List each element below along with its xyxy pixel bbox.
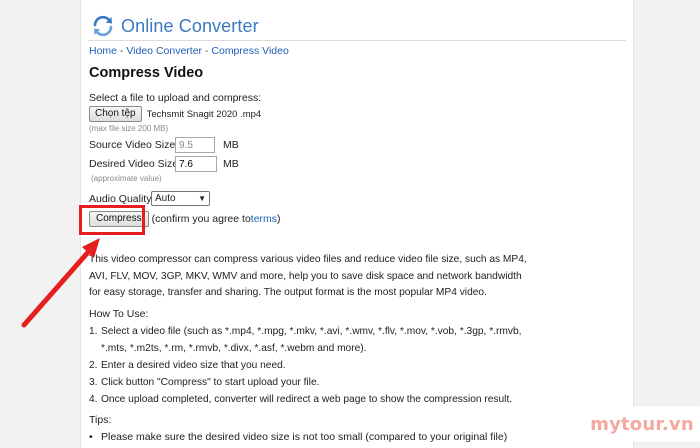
breadcrumb-current-link[interactable]: Compress Video — [211, 45, 288, 57]
breadcrumb-separator: - — [117, 45, 127, 57]
tip-text: Please make sure the desired video size … — [101, 431, 508, 443]
refresh-arrows-icon — [93, 15, 113, 37]
terms-link[interactable]: terms — [251, 213, 277, 225]
annotation-highlight-box — [79, 205, 145, 235]
file-picker-row: Chọn tệp Techsmit Snagit 2020 .mp4 — [89, 106, 261, 122]
description-paragraph: This video compressor can compress vario… — [89, 254, 527, 298]
audio-quality-value: Auto — [155, 193, 176, 204]
source-size-field — [175, 137, 215, 153]
watermark: mytour.vn — [584, 406, 700, 442]
how-to-heading: How To Use: — [89, 308, 149, 320]
breadcrumb-separator: - — [202, 45, 212, 57]
desired-size-field[interactable] — [175, 156, 217, 172]
max-file-size-note: (max file size 200 MB) — [89, 124, 169, 133]
desired-size-label: Desired Video Size: — [89, 158, 182, 170]
page-title: Compress Video — [89, 65, 204, 81]
step-number: 4. — [89, 394, 98, 405]
breadcrumb-video-converter-link[interactable]: Video Converter — [126, 45, 202, 57]
site-header: Online Converter — [91, 13, 259, 39]
audio-quality-select[interactable]: Auto ▼ — [151, 191, 210, 206]
desired-size-unit: MB — [223, 158, 239, 170]
breadcrumb-home-link[interactable]: Home — [89, 45, 117, 57]
step-number: 3. — [89, 377, 98, 388]
agree-close: ) — [277, 213, 281, 225]
audio-quality-label: Audio Quality: — [89, 193, 155, 205]
list-item: 3. Click button "Compress" to start uplo… — [89, 374, 529, 391]
how-to-steps: 1. Select a video file (such as *.mp4, *… — [89, 323, 529, 408]
agree-text: (confirm you agree to — [151, 213, 251, 225]
header-divider — [88, 40, 626, 41]
list-item: 1. Select a video file (such as *.mp4, *… — [89, 323, 529, 357]
list-item: 4. Once upload completed, converter will… — [89, 391, 529, 408]
choose-file-button[interactable]: Chọn tệp — [89, 106, 142, 122]
content-page: Online Converter Home - Video Converter … — [80, 0, 634, 448]
step-number: 2. — [89, 360, 98, 371]
step-text: Click button "Compress" to start upload … — [101, 377, 320, 388]
step-text: Enter a desired video size that you need… — [101, 360, 286, 371]
list-item: 2. Enter a desired video size that you n… — [89, 357, 529, 374]
approximate-value-note: (approximate value) — [91, 174, 162, 183]
chevron-down-icon: ▼ — [198, 194, 206, 203]
breadcrumb: Home - Video Converter - Compress Video — [89, 45, 289, 57]
selected-file-name: Techsmit Snagit 2020 .mp4 — [146, 108, 262, 120]
source-size-unit: MB — [223, 139, 239, 151]
site-title[interactable]: Online Converter — [121, 16, 259, 37]
tips-heading: Tips: — [89, 414, 112, 426]
bullet-icon: • — [89, 431, 93, 443]
step-number: 1. — [89, 326, 98, 337]
source-size-label: Source Video Size: — [89, 139, 179, 151]
step-text: Once upload completed, converter will re… — [101, 394, 513, 405]
select-file-label: Select a file to upload and compress: — [89, 92, 262, 104]
tips-list: • Please make sure the desired video siz… — [89, 431, 507, 443]
step-text: Select a video file (such as *.mp4, *.mp… — [101, 326, 522, 354]
